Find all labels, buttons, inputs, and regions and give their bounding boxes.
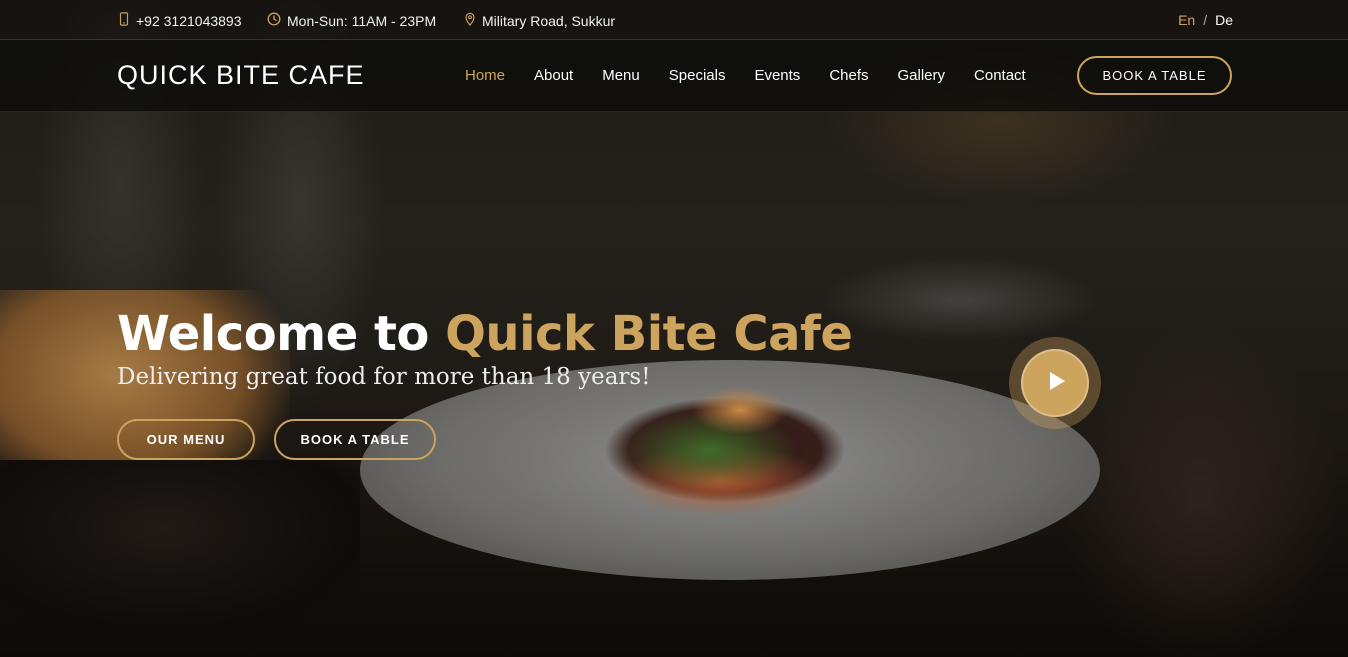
hero-subtitle: Delivering great food for more than 18 y… <box>117 364 651 390</box>
lang-en[interactable]: En <box>1178 12 1195 28</box>
main-nav: Home About Menu Specials Events Chefs Ga… <box>465 67 1026 84</box>
nav-home[interactable]: Home <box>465 67 505 84</box>
hero-title-accent: Quick Bite Cafe <box>445 306 853 362</box>
phone-number: +92 3121043893 <box>136 12 242 29</box>
basket-image-detail <box>0 460 360 630</box>
map-pin-icon <box>464 12 476 29</box>
phone-info[interactable]: +92 3121043893 <box>118 12 242 29</box>
book-table-hero-button[interactable]: BOOK A TABLE <box>274 419 436 460</box>
lang-separator: / <box>1203 12 1208 28</box>
nav-gallery[interactable]: Gallery <box>898 67 946 84</box>
clock-icon <box>267 12 281 29</box>
hero-title: Welcome to Quick Bite Cafe <box>117 306 853 362</box>
nav-chefs[interactable]: Chefs <box>829 67 868 84</box>
book-table-header-button[interactable]: BOOK A TABLE <box>1077 56 1232 95</box>
nav-about[interactable]: About <box>534 67 573 84</box>
top-info-bar: +92 3121043893 Mon-Sun: 11AM - 23PM Mili… <box>0 0 1348 40</box>
nav-contact[interactable]: Contact <box>974 67 1026 84</box>
main-header: QUICK BITE CAFE Home About Menu Specials… <box>0 40 1348 112</box>
hero-title-prefix: Welcome to <box>117 306 446 362</box>
address-text: Military Road, Sukkur <box>482 12 616 29</box>
play-icon <box>1044 371 1066 396</box>
our-menu-button[interactable]: OUR MENU <box>117 419 255 460</box>
play-button-circle[interactable] <box>1021 349 1089 417</box>
address-info: Military Road, Sukkur <box>464 12 615 29</box>
phone-icon <box>118 12 130 29</box>
site-logo[interactable]: QUICK BITE CAFE <box>117 60 365 91</box>
nav-events[interactable]: Events <box>754 67 800 84</box>
opening-hours: Mon-Sun: 11AM - 23PM <box>287 12 437 29</box>
lang-de[interactable]: De <box>1215 12 1233 28</box>
language-switcher: En / De <box>1178 12 1233 28</box>
play-video-button[interactable] <box>1009 337 1101 429</box>
nav-menu[interactable]: Menu <box>602 67 640 84</box>
nav-specials[interactable]: Specials <box>669 67 726 84</box>
food-image-detail <box>560 370 890 520</box>
hours-info: Mon-Sun: 11AM - 23PM <box>267 12 436 29</box>
